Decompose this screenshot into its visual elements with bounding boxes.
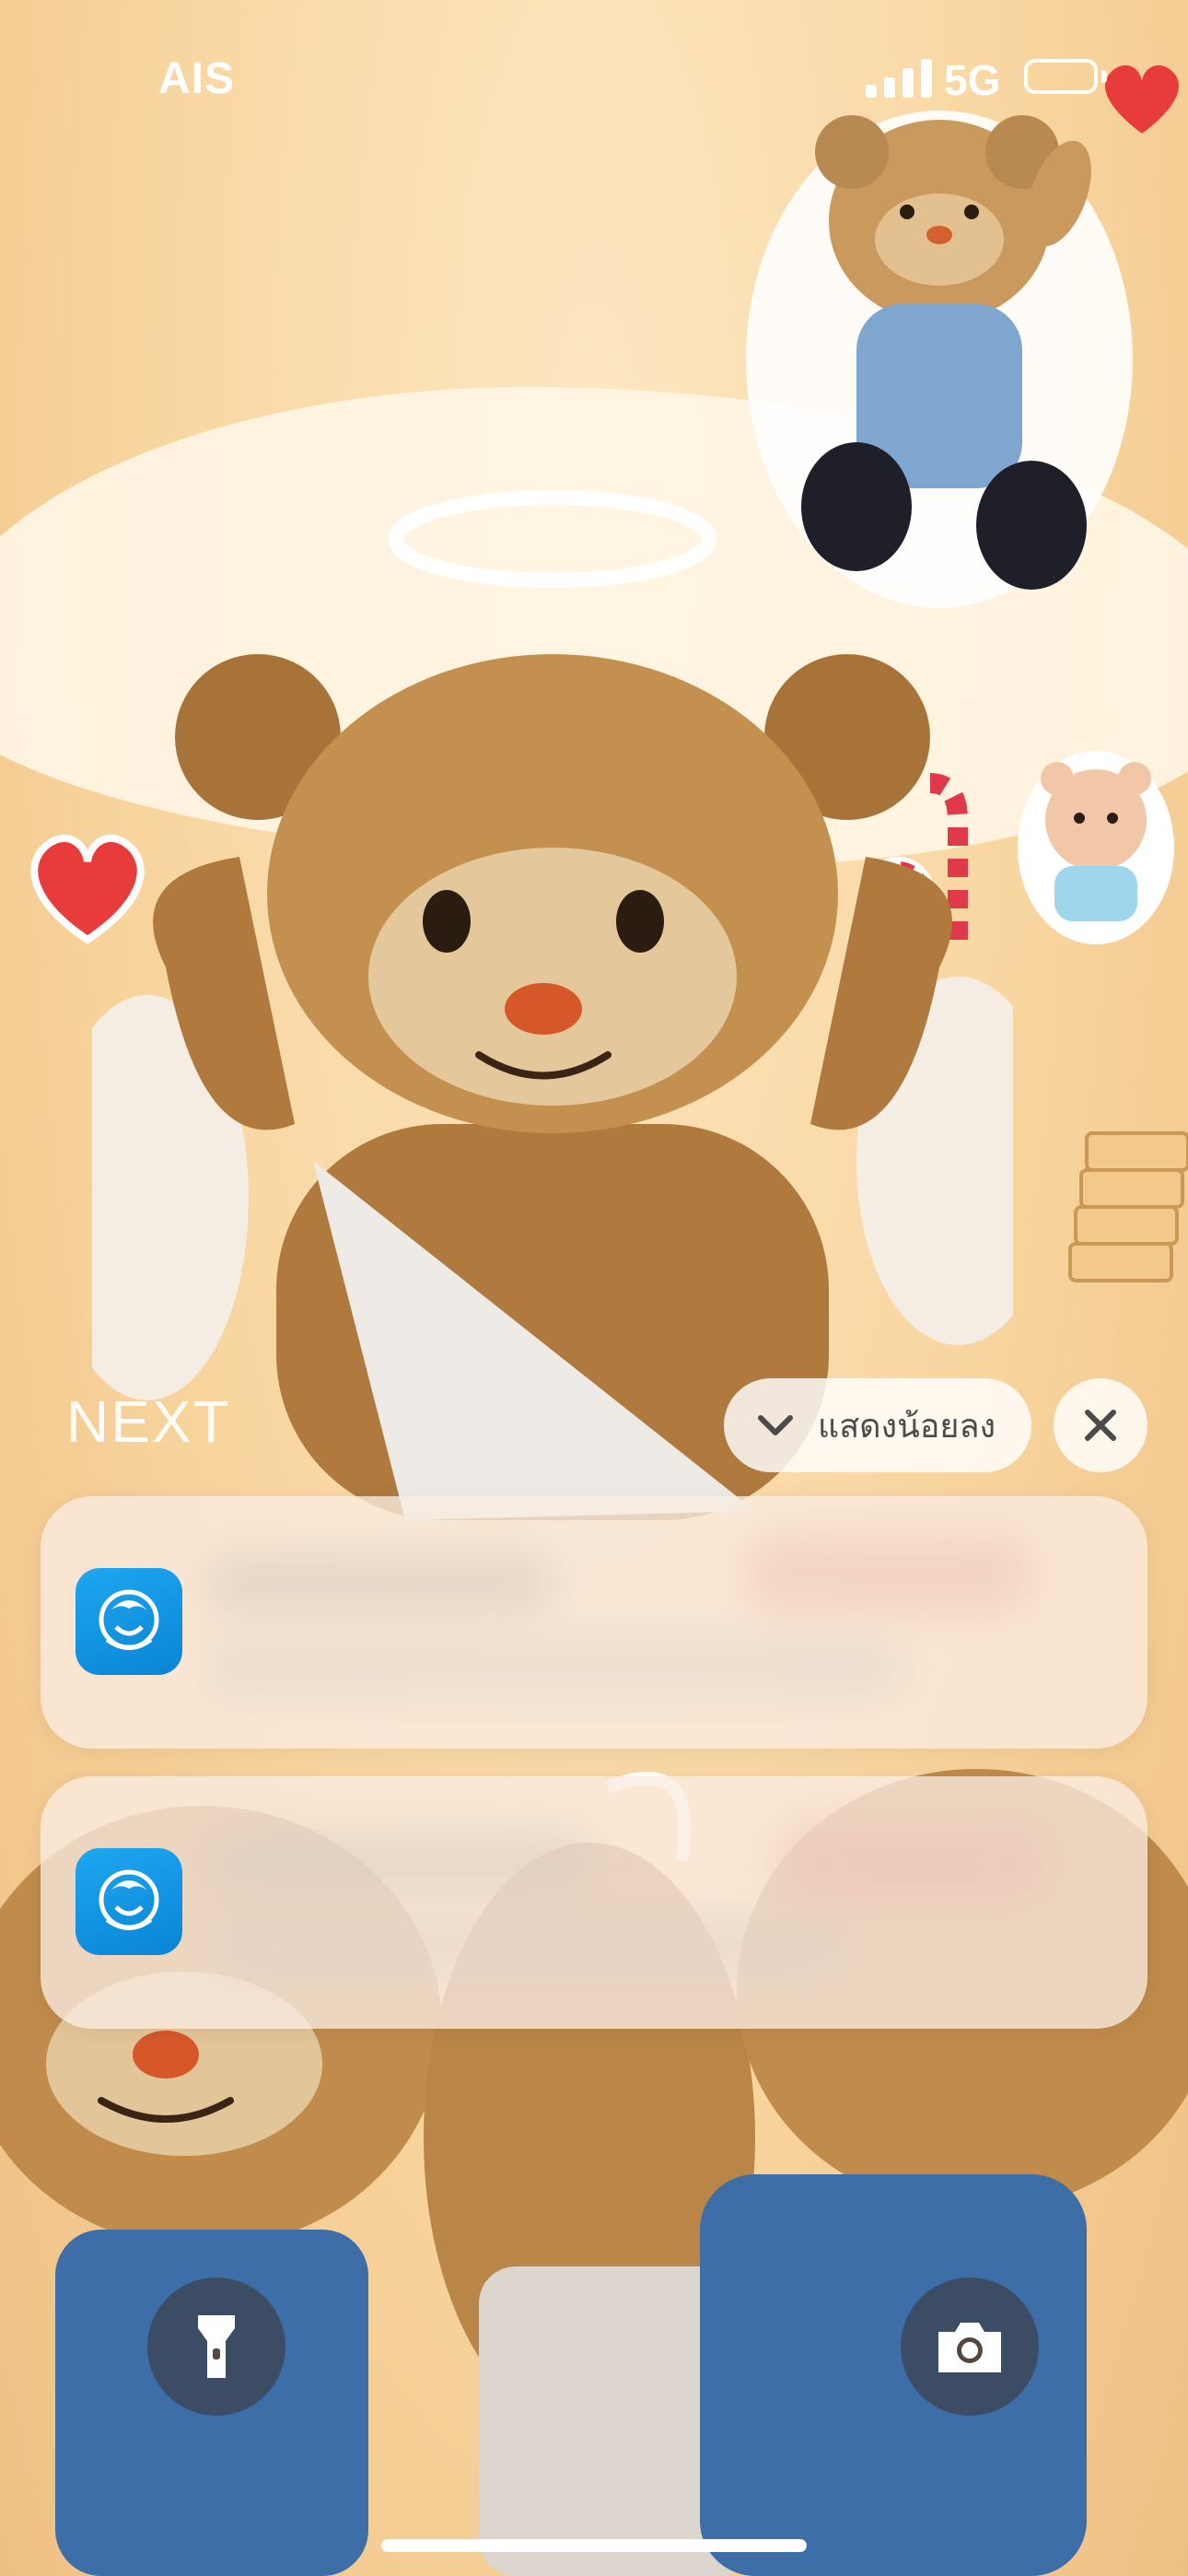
halo-sticker: [389, 490, 716, 588]
flashlight-icon: [198, 2315, 235, 2378]
notification-card[interactable]: [41, 1776, 1147, 2029]
bank-app-icon: [76, 1568, 182, 1675]
camera-button[interactable]: [901, 2277, 1039, 2416]
lockscreen-wallpaper: [0, 0, 1188, 2576]
chevron-down-icon: [758, 1415, 793, 1435]
notification-card[interactable]: [41, 1496, 1147, 1749]
clear-notifications-button[interactable]: [1054, 1378, 1147, 1472]
carrier-label: AIS: [158, 54, 236, 103]
home-indicator[interactable]: [381, 2539, 807, 2552]
flashlight-button[interactable]: [147, 2277, 285, 2416]
battery-cap: [1101, 70, 1107, 83]
app-logo-icon: [99, 1589, 159, 1650]
network-type-label: 5G: [944, 56, 1001, 104]
redacted-body: [206, 1634, 906, 1699]
redacted-title: [206, 1832, 593, 1896]
status-bar: AIS 5G: [0, 0, 1188, 157]
close-icon: [1085, 1410, 1116, 1441]
signal-strength-icon: [866, 57, 932, 98]
crackers-sticker: [1068, 1131, 1188, 1282]
camera-icon: [938, 2323, 1001, 2372]
redacted-body: [206, 1914, 851, 1979]
battery-icon: [1024, 59, 1098, 94]
small-bear-sticker: [746, 111, 1133, 608]
show-less-button[interactable]: แสดงน้อยลง: [724, 1378, 1031, 1472]
tiny-bear-sticker: [1018, 751, 1174, 944]
redacted-timestamp: [740, 1533, 1035, 1616]
bank-app-icon: [76, 1848, 182, 1955]
next-widget-label: NEXT: [66, 1388, 231, 1455]
redacted-timestamp: [777, 1822, 1054, 1905]
redacted-title: [206, 1551, 556, 1616]
app-logo-icon: [99, 1869, 159, 1930]
show-less-label: แสดงน้อยลง: [818, 1407, 996, 1446]
